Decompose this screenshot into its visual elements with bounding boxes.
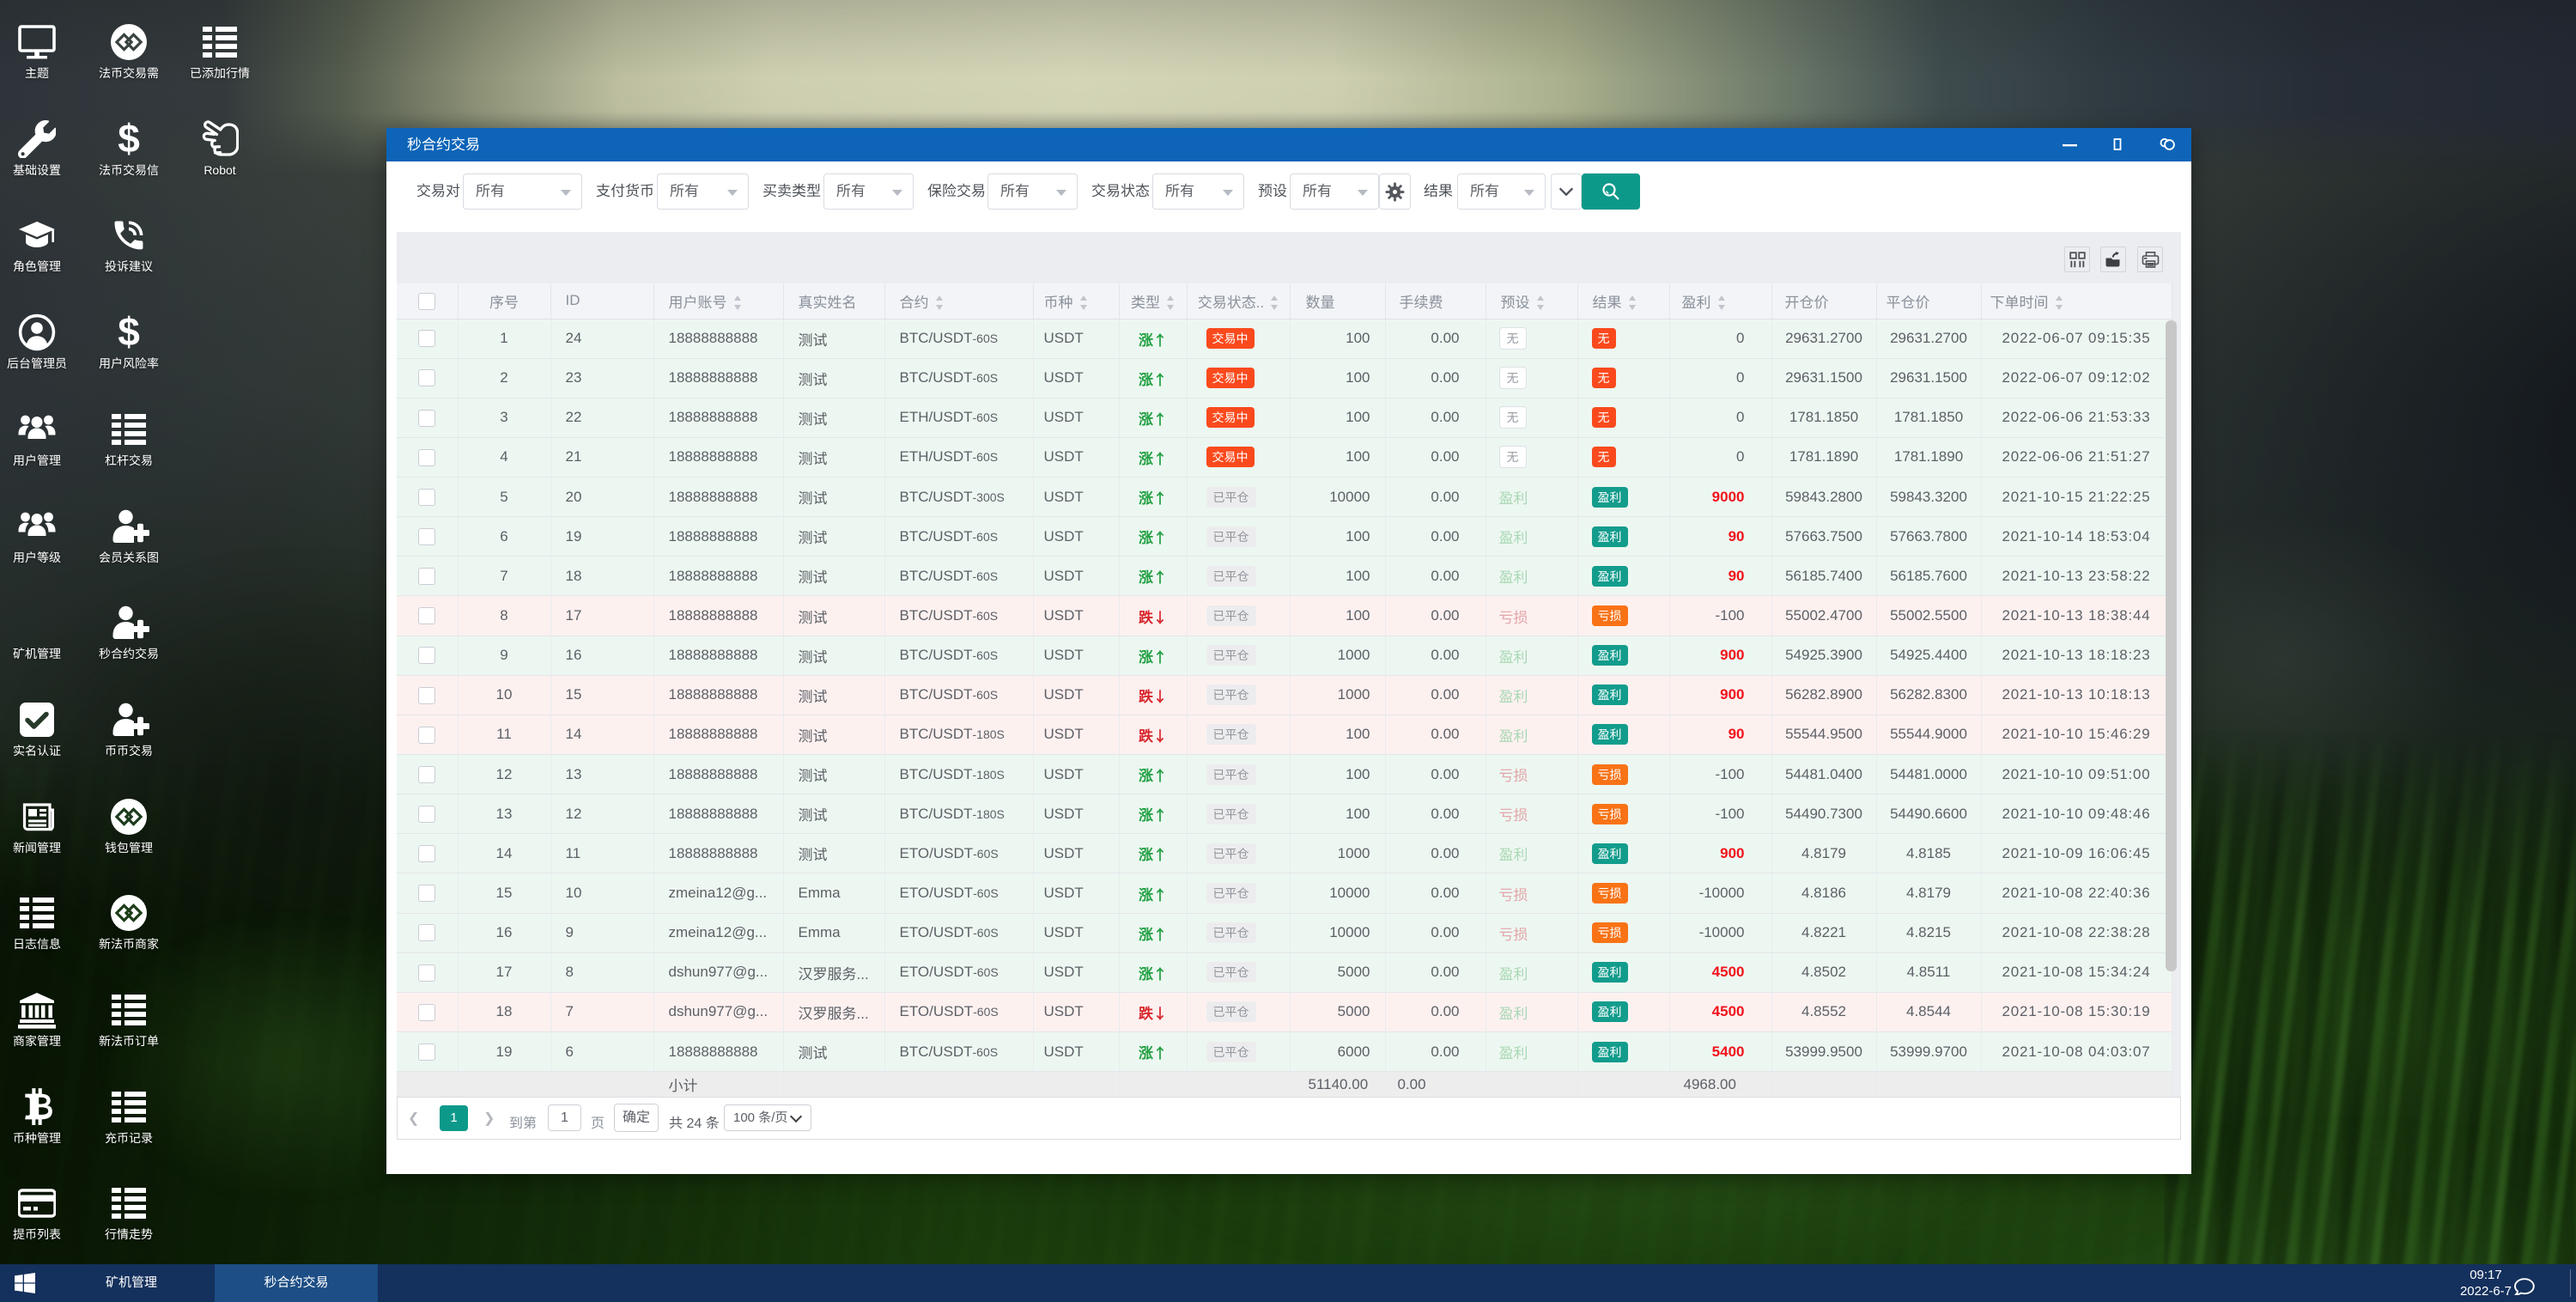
svg-text:$: $: [118, 313, 140, 351]
svg-text:$: $: [118, 120, 140, 158]
